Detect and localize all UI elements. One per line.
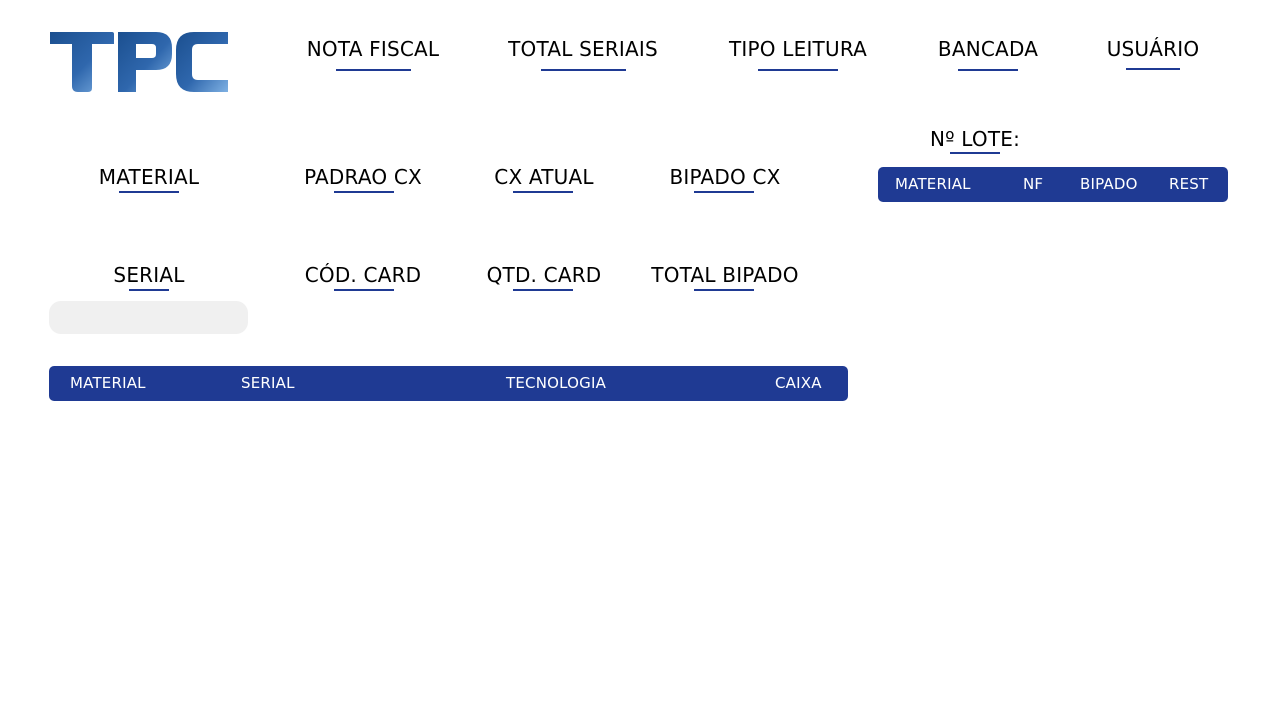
total-bipado-value xyxy=(694,289,754,291)
lote-value xyxy=(950,152,1000,154)
bipado-cx-label: BIPADO CX xyxy=(669,165,781,189)
total-seriais-label: TOTAL SERIAIS xyxy=(508,37,658,61)
qtd-card-label: QTD. CARD xyxy=(486,263,602,287)
bancada-label: BANCADA xyxy=(937,37,1039,61)
padrao-cx-label: PADRAO CX xyxy=(304,165,422,189)
bipado-cx-value xyxy=(694,191,754,193)
tipo-leitura-value xyxy=(758,69,838,71)
material-label: MATERIAL xyxy=(98,165,200,189)
qtd-card-value xyxy=(513,289,573,291)
cx-atual-label: CX ATUAL xyxy=(494,165,594,189)
col-tecnologia: TECNOLOGIA xyxy=(506,374,607,392)
material-value xyxy=(119,191,179,193)
lote-col-bipado: BIPADO xyxy=(1080,175,1138,193)
lote-col-nf: NF xyxy=(1023,175,1044,193)
usuario-label: USUÁRIO xyxy=(1106,37,1200,61)
lote-col-rest: REST xyxy=(1169,175,1209,193)
serial-input[interactable] xyxy=(49,301,248,334)
bancada-value xyxy=(958,69,1018,71)
col-material: MATERIAL xyxy=(70,374,146,392)
total-seriais-value xyxy=(541,69,626,71)
nota-fiscal-label: NOTA FISCAL xyxy=(306,37,440,61)
serial-underline xyxy=(129,289,169,291)
cod-card-value xyxy=(334,289,394,291)
tpc-logo xyxy=(48,30,230,94)
tipo-leitura-label: TIPO LEITURA xyxy=(729,37,867,61)
total-bipado-label: TOTAL BIPADO xyxy=(651,263,799,287)
lote-table-header: MATERIAL NF BIPADO REST xyxy=(878,167,1228,202)
col-serial: SERIAL xyxy=(241,374,295,392)
cod-card-label: CÓD. CARD xyxy=(304,263,422,287)
cx-atual-value xyxy=(513,191,573,193)
lote-col-material: MATERIAL xyxy=(895,175,971,193)
lote-label: Nº LOTE: xyxy=(929,127,1021,151)
padrao-cx-value xyxy=(334,191,394,193)
serial-label: SERIAL xyxy=(113,263,185,287)
nota-fiscal-value xyxy=(336,69,411,71)
usuario-value xyxy=(1126,68,1180,70)
col-caixa: CAIXA xyxy=(775,374,822,392)
main-table-header: MATERIAL SERIAL TECNOLOGIA CAIXA xyxy=(49,366,848,401)
